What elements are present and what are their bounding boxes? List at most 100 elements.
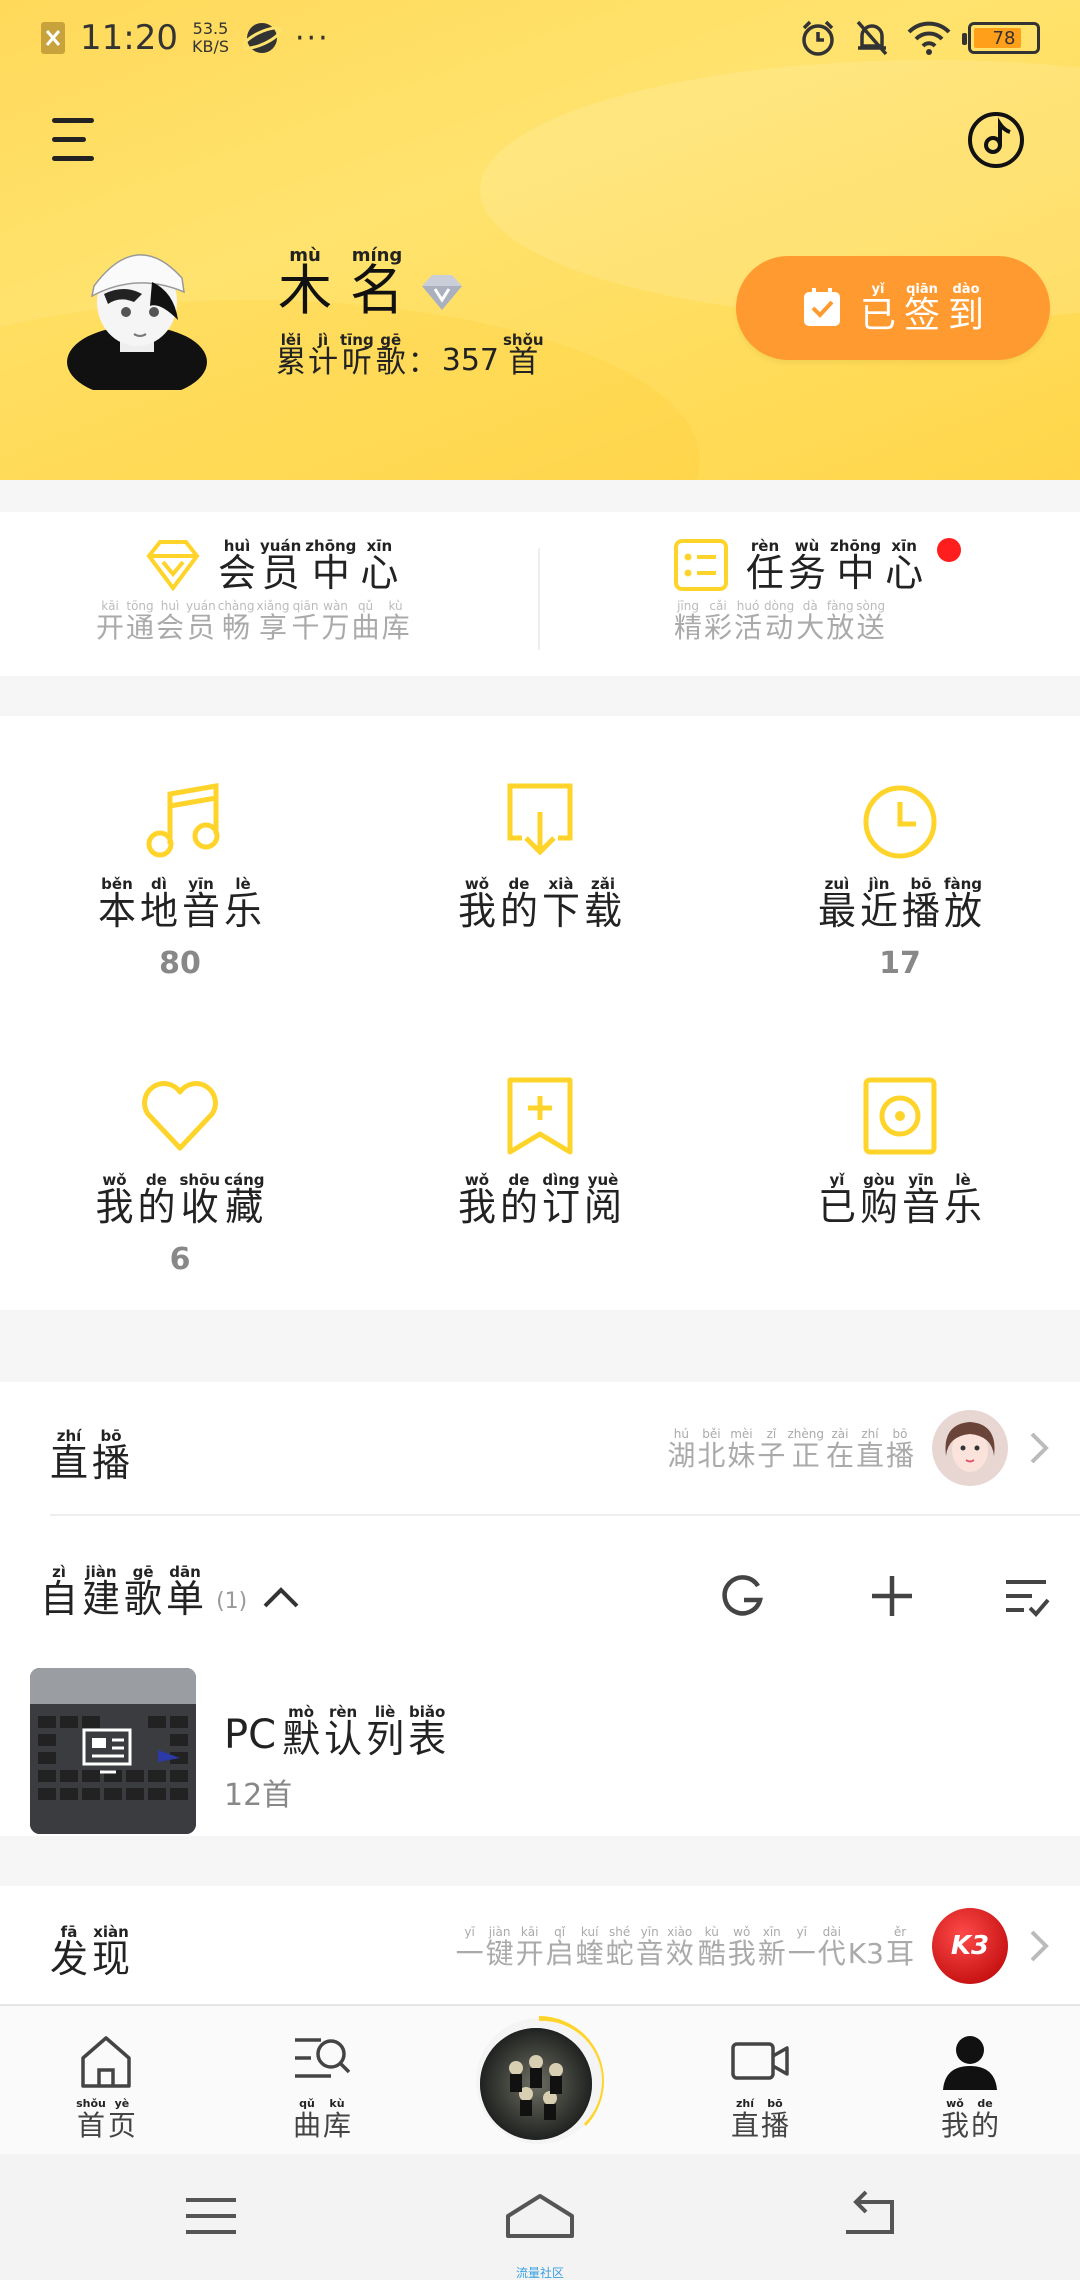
status-bar: 11:20 53.5 KB/S ··· 78 [0,0,1080,80]
char-with-pinyin: bō 播 [886,1426,914,1470]
task-center-entry[interactable]: rèn 任 wù 务 zhōng 中 xīn 心 jīng 精 cǎi 彩 huó 活 dòng 动 dà 大 f… [672,538,962,642]
character: 到 [948,295,985,336]
character: 我 [457,889,496,933]
grid-item-local-music[interactable]: běn 本 dì 地 yīn 音 lè 乐 80 [0,776,360,982]
char-with-pinyin: wàn 万 [322,598,350,642]
vip-center-subtitle: kāi 开 tōng 通 huì 会 yuán 员 chàng 畅 xiǎng 享 qiān 千 wàn 万 q… [96,598,410,642]
chevron-up-icon[interactable] [261,1584,301,1610]
char-with-pinyin: bō 播 [902,876,940,930]
character: 自 [40,1577,79,1621]
music-note-icon [146,783,220,858]
char-with-pinyin: dà 大 [796,598,824,642]
character: 的 [137,1185,176,1229]
char-with-pinyin: lè 乐 [944,1172,982,1226]
character: 酷 [697,1937,726,1970]
character: 耳 [885,1937,914,1970]
character: 湖 [667,1439,696,1472]
char-with-pinyin: zuì 最 [818,876,856,930]
char-with-pinyin: shé 蛇 [606,1924,634,1968]
grid-item-count [360,1242,720,1278]
char-with-pinyin: wǒ 我 [458,1172,496,1226]
user-name[interactable]: mù 木 míng 名 [278,247,466,322]
grid-item-downloads[interactable]: wǒ 我 de 的 xià 下 zǎi 载 [360,776,720,982]
character: 北 [697,1439,726,1472]
alarm-icon [802,20,834,56]
import-playlist-icon[interactable] [718,1572,766,1620]
char-with-pinyin: gē 歌 [124,1564,162,1618]
char-with-pinyin: gē 歌 [376,332,406,378]
battery-text: 78 [992,27,1016,49]
grid-item-subscriptions[interactable]: wǒ 我 de 的 dìng 订 yuè 阅 [360,1072,720,1278]
char-with-pinyin: yīn 音 [902,1172,940,1226]
char-with-pinyin: wǒ 我 [95,1172,133,1226]
char-with-pinyin: qǔ 曲 [352,598,380,642]
character: 大 [796,611,825,644]
character: 动 [765,611,794,644]
live-row[interactable]: zhí 直 bō 播 hú 湖 běi 北 mèi 妹 zǐ 子 zhèng 正 zài 在 zhí 直 bō 播 [0,1382,1080,1516]
nav-library[interactable]: qǔ 曲 kù 库 [262,2030,382,2140]
vip-center-title: huì 会 yuán 员 zhōng 中 xīn 心 [218,538,398,592]
character: 木 [278,259,332,322]
grid-item-favorites[interactable]: wǒ 我 de 的 shōu 收 cáng 藏 6 [0,1072,360,1278]
menu-button[interactable] [52,118,102,166]
character: 库 [323,2109,352,2142]
add-icon[interactable] [868,1572,916,1620]
character: 中 [311,551,350,595]
manage-list-icon[interactable] [1002,1572,1050,1620]
home-button-icon[interactable] [502,2186,578,2246]
listen-label: lěi 累 jì 计 tīng 听 gē 歌： [276,332,438,378]
avatar[interactable] [64,222,210,390]
profile-header: 11:20 53.5 KB/S ··· 78 mù 木 míng 名 lěi 累… [0,0,1080,480]
char-with-pinyin: huì 会 [156,598,184,642]
back-icon[interactable] [836,2186,906,2246]
music-player-icon[interactable] [966,110,1026,170]
char-with-pinyin: gòu 购 [860,1172,898,1226]
user-icon [943,2036,997,2090]
char-with-pinyin: yǐ 已 [818,1172,856,1226]
char-with-pinyin: yī 一 [788,1924,816,1968]
playlist-name-prefix: PC [224,1712,277,1758]
discover-row[interactable]: fā 发 xiàn 现 yī 一 jiàn 键 kāi 开 qǐ 启 kuí 蝰 shé 蛇 yīn 音 xiào… [0,1886,1080,2006]
char-with-pinyin: yǐ 已 [860,282,896,334]
grid-item-recent[interactable]: zuì 最 jìn 近 bō 播 fàng 放 17 [720,776,1080,982]
playlist-song-count: 12首 [224,1778,293,1813]
character: 计 [308,345,338,380]
character: 的 [499,1185,538,1229]
character: 畅 [222,611,251,644]
nav-home[interactable]: shǒu 首 yè 页 [46,2030,166,2140]
character: 任 [746,551,785,595]
playlist-section-title[interactable]: zì 自 jiàn 建 gē 歌 dān 单 (1) [40,1564,301,1618]
char-with-pinyin: jìn 近 [860,876,898,930]
char-with-pinyin: yī 一 [456,1924,484,1968]
char-with-pinyin: fàng 放 [826,598,854,642]
recent-apps-icon[interactable] [176,2186,246,2246]
vip-diamond-icon [422,275,462,310]
character: 会 [156,611,185,644]
char-with-pinyin: wù 务 [788,538,826,592]
vip-center-entry[interactable]: huì 会 yuán 员 zhōng 中 xīn 心 kāi 开 tōng 通 huì 会 yuán 员 ch… [96,538,410,642]
char-with-pinyin: xīn 新 [758,1924,786,1968]
character: 新 [757,1937,786,1970]
character: 播 [92,1441,131,1485]
char-with-pinyin: shǒu 首 [503,332,544,378]
char-with-pinyin: yè 页 [108,2096,136,2140]
playlist-item[interactable]: PC mò 默 rèn 认 liè 列 biǎo 表 12首 [0,1658,1080,1836]
now-playing-disc[interactable] [474,2016,604,2146]
character: 千 [291,611,320,644]
char-with-pinyin: de 的 [137,1172,175,1226]
nav-mine[interactable]: wǒ 我 de 的 [910,2030,1030,2140]
task-list-icon [674,539,728,591]
chevron-right-icon [1030,1930,1049,1962]
character: 启 [545,1937,574,1970]
character: 中 [836,551,875,595]
char-with-pinyin: de 的 [500,876,538,930]
character: 本 [97,889,136,933]
signin-button[interactable]: yǐ 已 qiān 签 dào 到 [736,256,1050,360]
character: 下 [542,889,581,933]
center-card: huì 会 yuán 员 zhōng 中 xīn 心 kāi 开 tōng 通 huì 会 yuán 员 ch… [0,512,1080,676]
grid-item-purchased[interactable]: yǐ 已 gòu 购 yīn 音 lè 乐 [720,1072,1080,1278]
nav-live[interactable]: zhí 直 bō 播 [700,2030,820,2140]
char-with-pinyin: jì 计 [308,332,338,378]
diamond-icon [146,540,200,592]
char-with-pinyin: mèi 妹 [727,1426,755,1470]
